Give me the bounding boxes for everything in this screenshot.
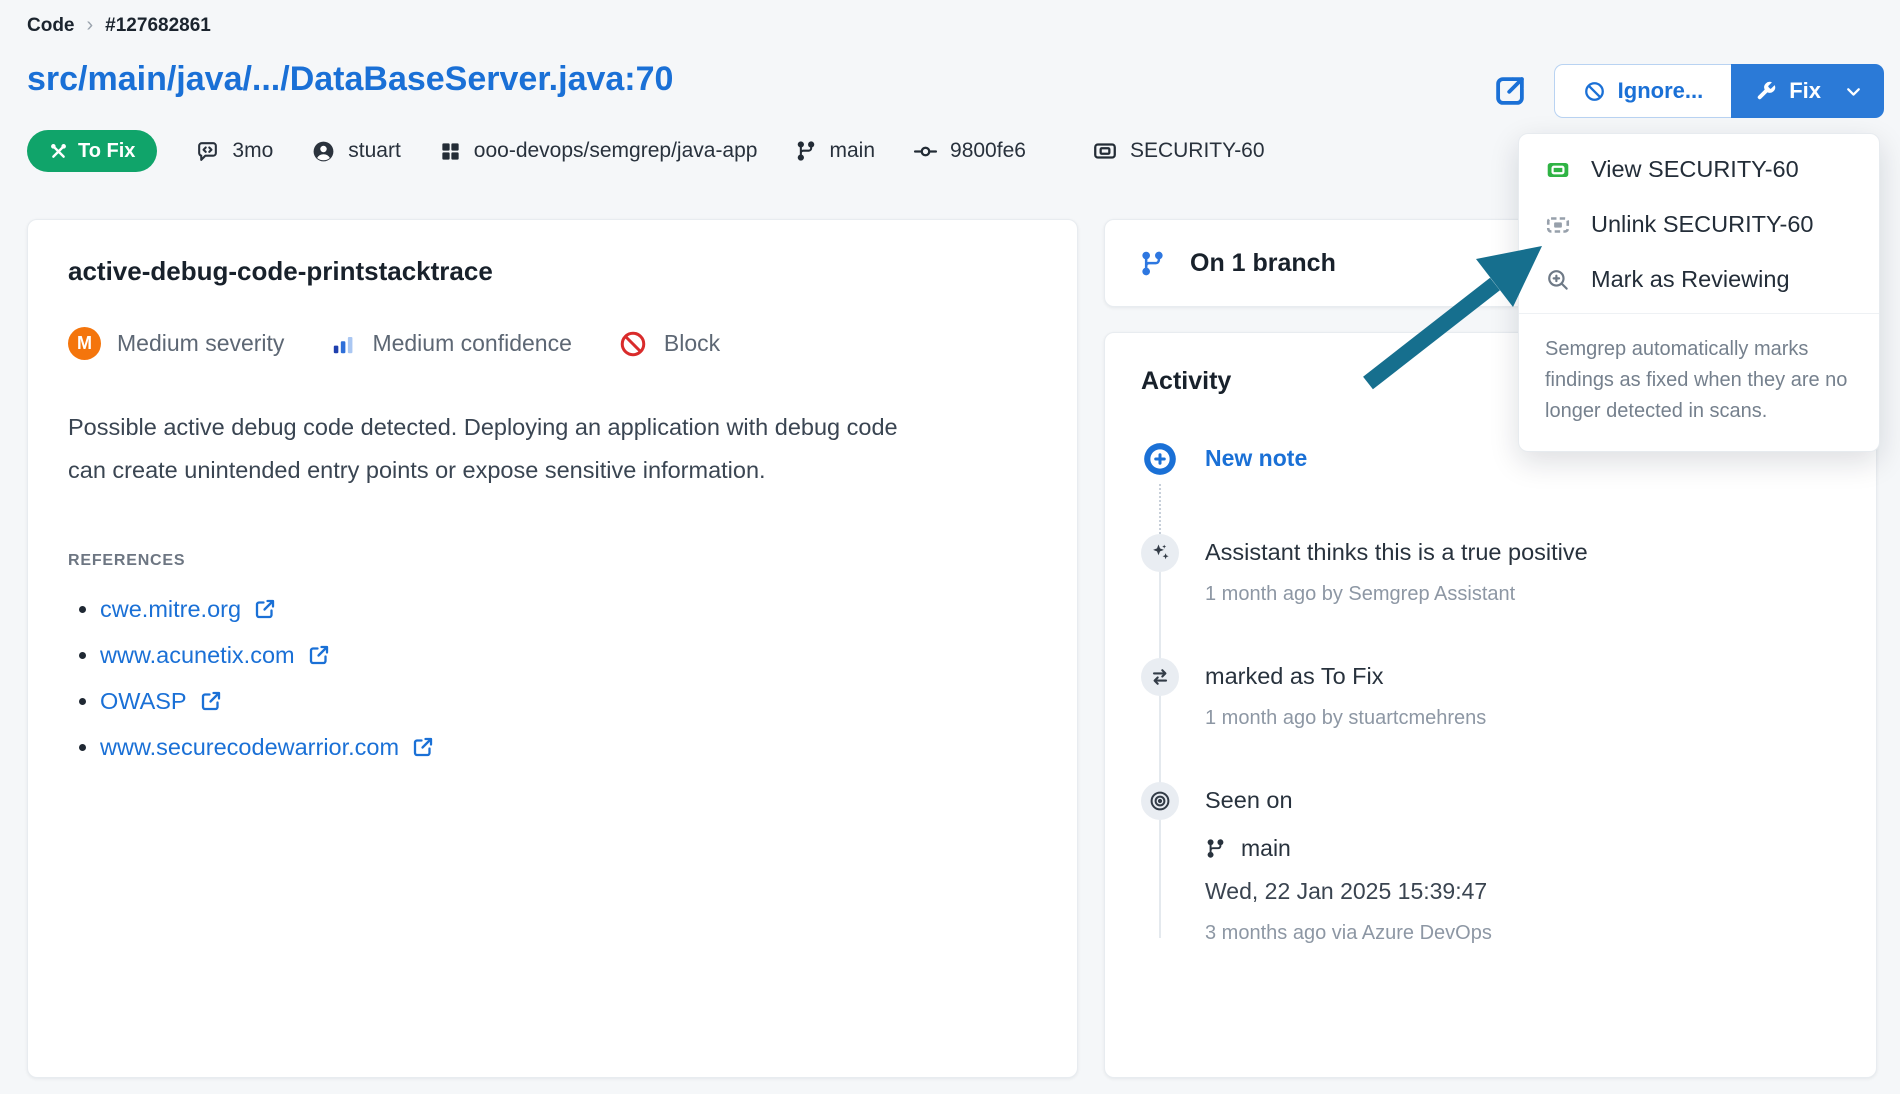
ignore-button-label: Ignore... xyxy=(1618,78,1704,104)
rule-name: active-debug-code-printstacktrace xyxy=(68,256,1037,287)
swap-arrows-icon xyxy=(1141,658,1179,696)
autofix-hint-text: Semgrep automatically marks findings as … xyxy=(1519,313,1879,451)
git-branch-icon xyxy=(1139,250,1166,277)
block-label: Block xyxy=(664,330,720,357)
new-note-label: New note xyxy=(1205,445,1307,472)
severity-medium-icon: M xyxy=(68,327,101,360)
branch-badge-label: main xyxy=(829,139,875,163)
share-button[interactable] xyxy=(1490,71,1530,111)
external-link-icon xyxy=(307,643,331,667)
ticket-badge[interactable]: SECURITY-60 xyxy=(1092,138,1265,164)
event-title: marked as To Fix xyxy=(1205,663,1486,690)
breadcrumb-separator: › xyxy=(87,14,94,37)
prohibition-icon xyxy=(1583,80,1606,103)
ticket-badge-label: SECURITY-60 xyxy=(1130,139,1265,163)
activity-timeline: New note Assistant thinks this is a true… xyxy=(1141,440,1840,945)
event-title: Seen on xyxy=(1205,787,1492,814)
status-badge[interactable]: To Fix xyxy=(27,130,157,172)
menu-item-label: View SECURITY-60 xyxy=(1591,156,1799,183)
external-link-icon xyxy=(253,597,277,621)
repo-badge-label: ooo-devops/semgrep/java-app xyxy=(474,139,758,163)
external-link-icon xyxy=(199,689,223,713)
reference-link[interactable]: OWASP xyxy=(100,688,223,715)
severity-label: Medium severity xyxy=(117,330,284,357)
finding-description: Possible active debug code detected. Dep… xyxy=(68,406,928,492)
event-meta: 1 month ago by Semgrep Assistant xyxy=(1205,583,1588,606)
chevron-down-icon[interactable] xyxy=(1843,81,1864,102)
wrench-icon xyxy=(1755,80,1777,102)
breadcrumb: Code › #127682861 xyxy=(27,14,211,37)
header-actions: Ignore... Fix xyxy=(1490,64,1884,118)
event-meta: 3 months ago via Azure DevOps xyxy=(1205,922,1492,945)
activity-event-seen-on: Seen on main Wed, 22 Jan 2025 15:39:47 3… xyxy=(1141,782,1840,945)
ignore-button[interactable]: Ignore... xyxy=(1554,64,1732,118)
activity-event-assistant: Assistant thinks this is a true positive… xyxy=(1141,534,1840,606)
sparkles-icon xyxy=(1141,534,1179,572)
activity-event-status-change: marked as To Fix 1 month ago by stuartcm… xyxy=(1141,658,1840,730)
confidence-bars-icon xyxy=(330,331,356,357)
finding-detail-card: active-debug-code-printstacktrace M Medi… xyxy=(27,219,1078,1078)
ticket-icon xyxy=(1092,138,1118,164)
reference-link-label: OWASP xyxy=(100,688,187,715)
reference-item: www.securecodewarrior.com xyxy=(100,734,1037,761)
commit-badge-label: 9800fe6 xyxy=(950,139,1026,163)
repo-badge: ooo-devops/semgrep/java-app xyxy=(439,139,758,163)
share-icon xyxy=(1491,72,1529,110)
reference-link-label: cwe.mitre.org xyxy=(100,596,241,623)
tools-icon xyxy=(49,142,68,161)
fix-dropdown-menu: View SECURITY-60 Unlink SECURITY-60 Mark… xyxy=(1518,133,1880,452)
comment-code-icon xyxy=(195,139,220,164)
user-badge-label: stuart xyxy=(348,139,401,163)
menu-item-label: Mark as Reviewing xyxy=(1591,266,1790,293)
references-heading: REFERENCES xyxy=(68,552,1037,570)
confidence-label: Medium confidence xyxy=(372,330,571,357)
avatar-icon xyxy=(311,139,336,164)
magnifier-plus-icon xyxy=(1545,267,1571,293)
event-meta: 1 month ago by stuartcmehrens xyxy=(1205,707,1486,730)
breadcrumb-code-link[interactable]: Code xyxy=(27,15,75,37)
reference-link[interactable]: www.securecodewarrior.com xyxy=(100,734,435,761)
commit-badge[interactable]: 9800fe6 xyxy=(913,139,1026,164)
menu-item-label: Unlink SECURITY-60 xyxy=(1591,211,1813,238)
fix-button-label: Fix xyxy=(1789,78,1821,104)
git-branch-icon xyxy=(795,140,817,162)
event-title: Assistant thinks this is a true positive xyxy=(1205,539,1588,566)
references-list: cwe.mitre.org www.acunetix.com xyxy=(68,596,1037,761)
menu-item-view-ticket[interactable]: View SECURITY-60 xyxy=(1519,142,1879,197)
branches-card-label: On 1 branch xyxy=(1190,249,1336,278)
seen-on-branch: main xyxy=(1205,835,1492,862)
file-path-title[interactable]: src/main/java/.../DataBaseServer.java:70 xyxy=(27,60,673,99)
severity-row: M Medium severity Medium confidence Bloc… xyxy=(68,327,1037,360)
action-button-group: Ignore... Fix xyxy=(1554,64,1884,118)
reference-link[interactable]: www.acunetix.com xyxy=(100,642,331,669)
target-icon xyxy=(1141,782,1179,820)
age-badge-label: 3mo xyxy=(232,139,273,163)
reference-link-label: www.securecodewarrior.com xyxy=(100,734,399,761)
block-icon xyxy=(618,329,648,359)
status-badge-label: To Fix xyxy=(78,140,135,163)
age-badge: 3mo xyxy=(195,139,273,164)
commit-icon xyxy=(913,139,938,164)
user-badge: stuart xyxy=(311,139,401,164)
reference-link-label: www.acunetix.com xyxy=(100,642,295,669)
seen-on-branch-label: main xyxy=(1241,835,1291,862)
reference-item: OWASP xyxy=(100,688,1037,715)
reference-item: www.acunetix.com xyxy=(100,642,1037,669)
fix-button[interactable]: Fix xyxy=(1731,64,1884,118)
grid-icon xyxy=(439,140,462,163)
finding-meta-row: To Fix 3mo stuart xyxy=(27,130,1265,172)
breadcrumb-finding-id: #127682861 xyxy=(105,15,211,37)
menu-item-unlink-ticket[interactable]: Unlink SECURITY-60 xyxy=(1519,197,1879,252)
seen-on-timestamp: Wed, 22 Jan 2025 15:39:47 xyxy=(1205,878,1492,905)
reference-item: cwe.mitre.org xyxy=(100,596,1037,623)
reference-link[interactable]: cwe.mitre.org xyxy=(100,596,277,623)
git-branch-icon xyxy=(1205,838,1226,859)
ticket-unlink-icon xyxy=(1545,212,1571,238)
plus-circle-icon xyxy=(1141,440,1179,478)
ticket-green-icon xyxy=(1545,157,1571,183)
external-link-icon xyxy=(411,735,435,759)
branch-badge: main xyxy=(795,139,875,163)
menu-item-mark-reviewing[interactable]: Mark as Reviewing xyxy=(1519,252,1879,307)
